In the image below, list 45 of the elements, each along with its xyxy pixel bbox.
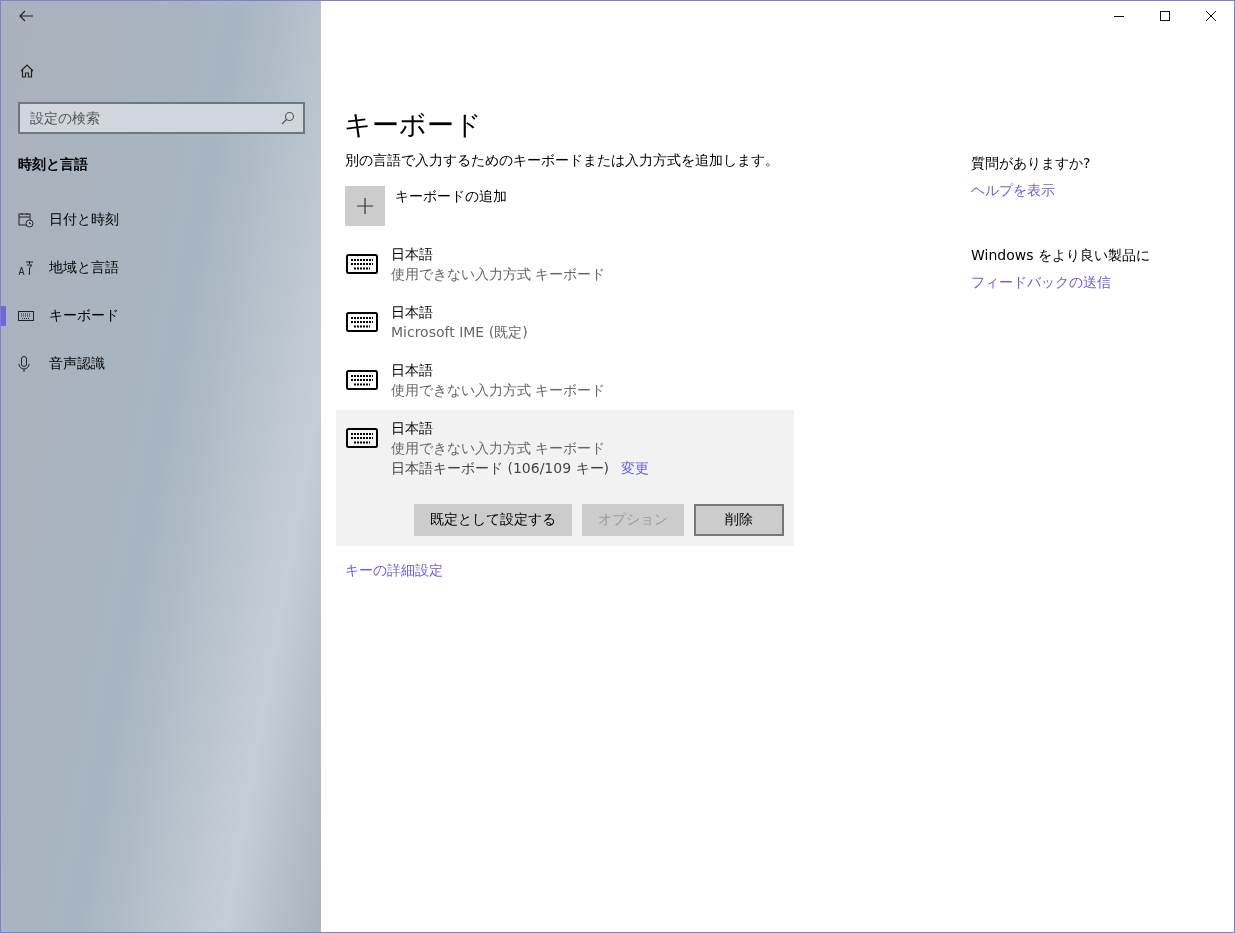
description: 別の言語で入力するためのキーボードまたは入力方式を追加します。	[345, 152, 780, 170]
plus-icon	[357, 198, 373, 214]
keyboard-name: 日本語	[391, 303, 434, 322]
nav-item[interactable]: 日付と時刻	[1, 196, 321, 244]
minimize-icon[interactable]	[1114, 15, 1124, 17]
keyboard-icon	[346, 428, 378, 448]
add-keyboard-button[interactable]	[345, 186, 385, 226]
home-icon[interactable]	[19, 63, 35, 79]
nav-item[interactable]: 地域と言語	[1, 244, 321, 292]
calendar-clock-icon	[18, 212, 34, 228]
change-link[interactable]: 変更	[621, 460, 649, 476]
keyboard-entry[interactable]: 日本語 使用できない入力方式 キーボード	[336, 352, 794, 410]
keyboard-icon	[346, 370, 378, 390]
aside-link[interactable]: ヘルプを表示	[971, 182, 1150, 200]
microphone-icon	[18, 356, 30, 372]
input-method: 使用できない入力方式 キーボード	[391, 265, 606, 284]
keyboard-icon	[18, 311, 34, 321]
maximize-icon[interactable]	[1160, 11, 1170, 21]
keyboard-entry[interactable]: 日本語 Microsoft IME (既定)	[336, 294, 794, 352]
keyboard-icon	[346, 312, 378, 332]
input-method: Microsoft IME (既定)	[391, 323, 528, 342]
close-icon[interactable]	[1206, 11, 1216, 21]
keyboard-icon	[346, 254, 378, 274]
input-method: 使用できない入力方式 キーボード	[391, 439, 607, 458]
page-title: キーボード	[344, 108, 483, 142]
keyboard-entry[interactable]: 日本語 使用できない入力方式 キーボード	[336, 236, 794, 294]
keyboard-name: 日本語	[391, 361, 434, 380]
keyboard-name: 日本語	[391, 245, 434, 264]
action-button[interactable]: 削除	[694, 504, 784, 536]
search-icon	[281, 111, 295, 125]
nav-item[interactable]: キーボード	[1, 292, 321, 340]
language-icon	[18, 260, 34, 276]
keyboard-name: 日本語	[391, 419, 434, 438]
add-keyboard-label[interactable]: キーボードの追加	[395, 188, 507, 206]
section-title: 時刻と言語	[18, 156, 89, 174]
advanced-key-settings-link[interactable]: キーの詳細設定	[345, 562, 794, 580]
aside-link[interactable]: フィードバックの送信	[971, 274, 1150, 292]
back-arrow-icon[interactable]	[19, 10, 33, 22]
aside-heading: Windows をより良い製品に	[971, 247, 1150, 265]
action-button[interactable]: 既定として設定する	[414, 504, 572, 536]
keyboard-layout: 日本語キーボード (106/109 キー)	[391, 460, 609, 476]
nav-item[interactable]: 音声認識	[1, 340, 321, 388]
aside-heading: 質問がありますか?	[971, 155, 1092, 173]
input-method: 使用できない入力方式 キーボード	[391, 381, 606, 400]
search-field[interactable]: 設定の検索	[18, 102, 305, 134]
